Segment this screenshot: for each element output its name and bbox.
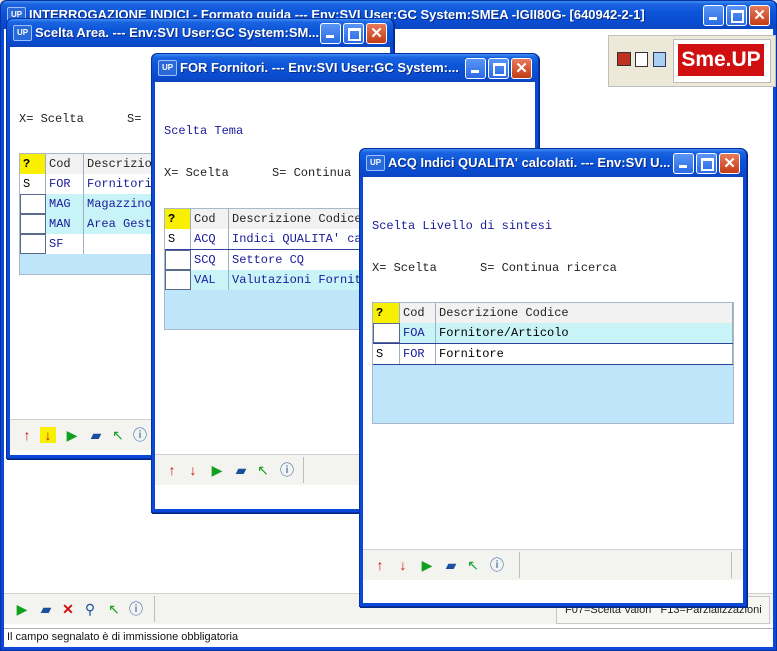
document-icon[interactable] bbox=[635, 52, 648, 67]
help-column-header[interactable]: ? bbox=[20, 154, 46, 174]
info-icon[interactable]: ⓘ bbox=[279, 462, 295, 478]
info-icon[interactable]: ⓘ bbox=[132, 427, 148, 443]
close-button[interactable]: ✕ bbox=[749, 5, 770, 26]
legend-s: S= bbox=[127, 112, 142, 126]
play-icon[interactable]: ▶ bbox=[14, 601, 30, 617]
cod-column-header[interactable]: Cod bbox=[400, 303, 436, 323]
minimize-button[interactable] bbox=[673, 153, 694, 174]
legend-x: X= Scelta bbox=[372, 261, 437, 275]
app-logo-icon: UP bbox=[13, 25, 32, 41]
acq-grid: ? Cod Descrizione Codice FOA Fornitore/A… bbox=[372, 302, 734, 424]
minimize-button[interactable] bbox=[703, 5, 724, 26]
select-cell[interactable] bbox=[20, 214, 46, 234]
for-titlebar[interactable]: UP FOR Fornitori. --- Env:SVI User:GC Sy… bbox=[152, 54, 538, 82]
cod-column-header[interactable]: Cod bbox=[191, 209, 229, 229]
info-icon[interactable]: ⓘ bbox=[489, 557, 505, 573]
desc-column-header[interactable]: Descrizione Codice bbox=[436, 303, 733, 323]
eraser-icon[interactable]: ▰ bbox=[38, 601, 54, 617]
table-row[interactable]: S FOR Fornitore bbox=[373, 343, 733, 365]
main-top-toolbar: Sme.UP bbox=[608, 35, 776, 87]
close-button[interactable]: ✕ bbox=[366, 23, 387, 44]
select-cell[interactable] bbox=[20, 194, 46, 214]
close-x-icon[interactable]: ✕ bbox=[60, 601, 76, 617]
minimize-button[interactable] bbox=[320, 23, 341, 44]
main-toolbar-divider bbox=[154, 596, 155, 622]
legend-s: S= Continua ricerca bbox=[480, 261, 617, 275]
return-icon[interactable]: ↖ bbox=[255, 462, 271, 478]
smeup-logo: Sme.UP bbox=[673, 39, 771, 83]
acq-heading: Scelta Livello di sintesi bbox=[372, 219, 553, 233]
grid-header: ? Cod Descrizione Codice bbox=[373, 303, 733, 323]
arrow-down-icon[interactable]: ↓ bbox=[40, 427, 56, 443]
play-icon[interactable]: ▶ bbox=[64, 427, 80, 443]
arrow-up-icon[interactable]: ↑ bbox=[372, 557, 388, 573]
arrow-down-icon[interactable]: ↓ bbox=[185, 462, 201, 478]
close-button[interactable]: ✕ bbox=[511, 58, 532, 79]
arrow-down-icon[interactable]: ↓ bbox=[395, 557, 411, 573]
select-cell[interactable]: S bbox=[20, 174, 46, 194]
desc-cell: Fornitore bbox=[436, 344, 733, 364]
select-cell[interactable] bbox=[20, 234, 46, 254]
eraser-icon[interactable]: ▰ bbox=[443, 557, 459, 573]
status-bar: Il campo segnalato è di immissione obbli… bbox=[4, 628, 773, 647]
app-logo-icon: UP bbox=[366, 155, 385, 171]
legend-x: X= Scelta bbox=[164, 166, 229, 180]
cod-cell: SCQ bbox=[191, 250, 229, 270]
smeup-logo-text: Sme.UP bbox=[678, 44, 764, 76]
cod-cell: SF bbox=[46, 234, 84, 254]
window-acq-indici: UP ACQ Indici QUALITA' calcolati. --- En… bbox=[359, 148, 747, 607]
cod-cell: FOR bbox=[400, 344, 436, 364]
area-window-title: Scelta Area. --- Env:SVI User:GC System:… bbox=[35, 25, 320, 40]
status-message: Il campo segnalato è di immissione obbli… bbox=[7, 631, 239, 643]
maximize-button[interactable] bbox=[343, 23, 364, 44]
maximize-button[interactable] bbox=[726, 5, 747, 26]
desc-cell: Fornitore/Articolo bbox=[436, 323, 733, 343]
acq-titlebar[interactable]: UP ACQ Indici QUALITA' calcolati. --- En… bbox=[360, 149, 746, 177]
select-cell[interactable] bbox=[165, 250, 191, 270]
close-button[interactable]: ✕ bbox=[719, 153, 740, 174]
for-heading: Scelta Tema bbox=[164, 124, 244, 138]
select-cell[interactable] bbox=[165, 270, 191, 290]
for-toolbar-divider bbox=[303, 457, 304, 483]
maximize-button[interactable] bbox=[488, 58, 509, 79]
acq-toolbar-divider-right bbox=[731, 552, 732, 578]
table-row[interactable]: FOA Fornitore/Articolo bbox=[373, 323, 733, 343]
cod-cell: FOR bbox=[46, 174, 84, 194]
app-logo-icon: UP bbox=[158, 60, 177, 76]
cod-column-header[interactable]: Cod bbox=[46, 154, 84, 174]
play-icon[interactable]: ▶ bbox=[419, 557, 435, 573]
acq-client: Scelta Livello di sintesi X= Scelta S= C… bbox=[363, 177, 743, 603]
book-icon[interactable] bbox=[653, 52, 666, 67]
maximize-button[interactable] bbox=[696, 153, 717, 174]
acq-toolbar-divider bbox=[519, 552, 520, 578]
legend-x: X= Scelta bbox=[19, 112, 84, 126]
info-icon[interactable]: ⓘ bbox=[128, 601, 144, 617]
minimize-button[interactable] bbox=[465, 58, 486, 79]
help-column-header[interactable]: ? bbox=[373, 303, 400, 323]
magnifier-icon[interactable]: ⚲ bbox=[82, 601, 98, 617]
select-cell[interactable]: S bbox=[373, 344, 400, 364]
return-icon[interactable]: ↖ bbox=[110, 427, 126, 443]
arrow-up-icon[interactable]: ↑ bbox=[19, 427, 35, 443]
return-icon[interactable]: ↖ bbox=[465, 557, 481, 573]
select-cell[interactable]: S bbox=[165, 229, 191, 249]
return-icon[interactable]: ↖ bbox=[106, 601, 122, 617]
help-column-header[interactable]: ? bbox=[165, 209, 191, 229]
arrow-up-icon[interactable]: ↑ bbox=[164, 462, 180, 478]
cod-cell: VAL bbox=[191, 270, 229, 290]
cod-cell: MAG bbox=[46, 194, 84, 214]
palette-icon[interactable] bbox=[617, 52, 631, 66]
cod-cell: FOA bbox=[400, 323, 436, 343]
play-icon[interactable]: ▶ bbox=[209, 462, 225, 478]
cod-cell: MAN bbox=[46, 214, 84, 234]
eraser-icon[interactable]: ▰ bbox=[88, 427, 104, 443]
cod-cell: ACQ bbox=[191, 229, 229, 249]
acq-toolbar: ↑ ↓ ▶ ▰ ↖ ⓘ bbox=[363, 549, 743, 580]
area-titlebar[interactable]: UP Scelta Area. --- Env:SVI User:GC Syst… bbox=[7, 19, 393, 47]
select-cell[interactable] bbox=[373, 323, 400, 343]
acq-window-title: ACQ Indici QUALITA' calcolati. --- Env:S… bbox=[388, 155, 671, 170]
for-window-title: FOR Fornitori. --- Env:SVI User:GC Syste… bbox=[180, 60, 459, 75]
eraser-icon[interactable]: ▰ bbox=[233, 462, 249, 478]
